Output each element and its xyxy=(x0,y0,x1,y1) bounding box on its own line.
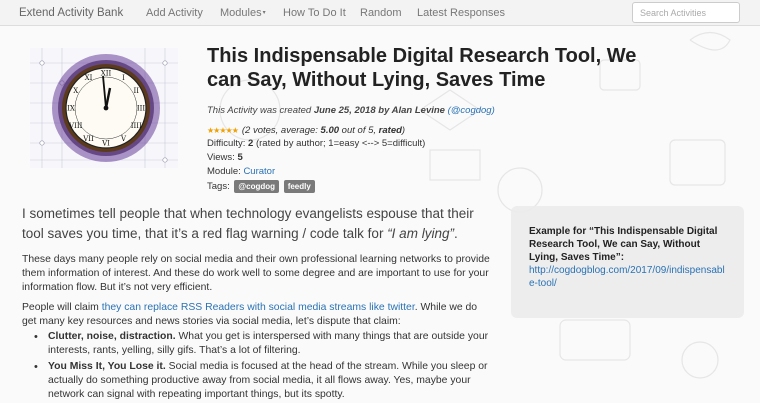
list-item: Clutter, noise, distraction. What you ge… xyxy=(32,330,502,358)
clock-numeral: X xyxy=(73,87,78,95)
list-item: You Miss It, You Lose it. Social media i… xyxy=(32,360,502,402)
rss-readers-link[interactable]: they can replace RSS Readers with social… xyxy=(102,302,415,313)
clock-numeral: IX xyxy=(67,105,75,113)
brand-link[interactable]: Extend Activity Bank xyxy=(0,7,146,19)
lead-emphasis: “I am lying” xyxy=(387,226,454,241)
rating-close: ) xyxy=(401,125,406,136)
paragraph-1: These days many people rely on social me… xyxy=(22,254,490,293)
search-input[interactable] xyxy=(632,2,740,23)
activity-title: This Indispensable Digital Research Tool… xyxy=(207,45,637,91)
list-item-heading: Clutter, noise, distraction. xyxy=(48,331,176,342)
tag-cogdog[interactable]: @cogdog xyxy=(234,180,280,193)
caret-down-icon: ▾ xyxy=(262,10,266,17)
difficulty-note: (rated by author; 1=easy <--> 5=difficul… xyxy=(253,138,426,149)
rating-line: ★★★★★ (2 votes, average: 5.00 out of 5, r… xyxy=(207,125,405,136)
lead-text-b: . xyxy=(453,226,458,241)
views-line: Views: 5 xyxy=(207,152,243,163)
navbar: Extend Activity Bank Add Activity Module… xyxy=(0,0,760,26)
nav-random[interactable]: Random xyxy=(360,7,402,19)
list-item-heading: You Miss It, You Lose it. xyxy=(48,361,166,372)
rating-average: 5.00 xyxy=(320,125,340,136)
difficulty-label: Difficulty: xyxy=(207,138,249,149)
author-link[interactable]: (@cogdog) xyxy=(448,105,495,116)
clock-numeral: VI xyxy=(101,140,110,148)
tags-label: Tags: xyxy=(207,181,230,192)
clock-numeral: I xyxy=(122,74,125,82)
created-date: June 25, 2018 xyxy=(313,105,376,116)
lead-paragraph: I sometimes tell people that when techno… xyxy=(22,204,492,244)
module-label: Module: xyxy=(207,166,244,177)
clock-numeral: XI xyxy=(85,74,93,82)
rating-text-b: out of 5, xyxy=(339,125,379,136)
views-label: Views: xyxy=(207,152,238,163)
clock-numeral: II xyxy=(134,87,140,95)
clock-numeral: VIII xyxy=(68,122,83,130)
clock-numeral: IIII xyxy=(131,122,142,130)
rating-word: rated xyxy=(378,125,402,136)
module-link[interactable]: Curator xyxy=(243,166,275,177)
nav-how-to[interactable]: How To Do It xyxy=(283,7,346,19)
claims-list: Clutter, noise, distraction. What you ge… xyxy=(32,330,502,403)
nav-modules[interactable]: Modules▾ xyxy=(220,7,266,19)
module-line: Module: Curator xyxy=(207,166,275,177)
tags-line: Tags: @cogdog feedly xyxy=(207,180,315,193)
nav-latest-responses[interactable]: Latest Responses xyxy=(417,7,505,19)
nav-modules-label: Modules xyxy=(220,6,262,19)
created-by: by Alan Levine xyxy=(378,105,445,116)
views-value: 5 xyxy=(237,152,243,163)
clock-numeral: III xyxy=(137,105,146,113)
example-link[interactable]: http://cogdogblog.com/2017/09/indispensa… xyxy=(529,264,726,290)
paragraph-2-a: People will claim xyxy=(22,302,102,313)
rating-text-a: (2 votes, average: xyxy=(241,125,321,136)
created-line: This Activity was created June 25, 2018 … xyxy=(207,105,495,116)
clock-numeral: V xyxy=(120,135,127,143)
paragraph-2: People will claim they can replace RSS R… xyxy=(22,301,492,329)
activity-image: XII I II III IIII V VI VII VIII IX X XI xyxy=(30,48,178,168)
example-box: Example for “This Indispensable Digital … xyxy=(511,206,744,318)
star-rating-icon[interactable]: ★★★★★ xyxy=(207,126,239,135)
nav-add-activity[interactable]: Add Activity xyxy=(146,7,203,19)
tag-feedly[interactable]: feedly xyxy=(283,180,315,193)
difficulty-line: Difficulty: 2 (rated by author; 1=easy <… xyxy=(207,138,425,149)
clock-numeral: VII xyxy=(82,135,94,143)
created-prefix: This Activity was created xyxy=(207,105,312,116)
example-title: Example for “This Indispensable Digital … xyxy=(529,226,718,263)
